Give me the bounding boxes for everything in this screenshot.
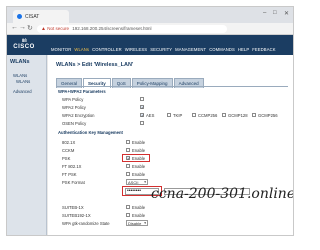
browser-tab-title: CISAT [25,14,40,20]
suiteb192-1x-enable-label: Enable [132,213,146,218]
screenshot-frame: CISAT – □ ✕ ← → ↻ ▲ Not secure 192.168.2… [6,6,294,236]
cisco-header: ılıılı CISCO MONITOR WLANs CONTROLLER WI… [7,35,293,55]
menu-controller[interactable]: CONTROLLER [92,47,122,52]
ft-dot1x-enable-label: Enable [132,164,146,169]
wpa-policy-checkbox[interactable] [140,97,144,101]
security-panel: WPA+WPA2 Parameters WPA Policy WPA2 Poli… [56,88,288,235]
reload-icon[interactable]: ↻ [27,24,33,32]
wpa2-policy-checkbox[interactable] [140,105,144,110]
menu-help[interactable]: HELP [238,47,249,52]
ft-dot1x-label: FT 802.1X [62,164,82,169]
ccmp256-label: CCMP256 [198,113,218,118]
sidebar: WLANs WLANs WLANs Advanced [7,55,47,235]
osen-policy-checkbox[interactable] [140,121,144,125]
ft-psk-enable-label: Enable [132,172,146,177]
gcmp256-checkbox[interactable] [252,113,256,117]
psk-format-value: ASCII [128,180,139,185]
sidebar-item-wlans[interactable]: WLANs [13,73,27,78]
suiteb-1x-enable-label: Enable [132,205,146,210]
sidebar-item-advanced[interactable]: Advanced [13,89,32,94]
menu-monitor[interactable]: MONITOR [51,47,71,52]
url-text: 192.168.200.254/screens/frameset.html [72,26,152,31]
gtk-randomize-select[interactable]: Disable ▾ [126,220,148,226]
tkip-checkbox[interactable] [167,113,171,117]
dot1x-enable-label: Enable [132,140,146,145]
url-field[interactable]: ▲ Not secure 192.168.200.254/screens/fra… [37,25,227,33]
gtk-randomize-value: Disable [128,221,142,226]
cisco-logo-text: CISCO [13,44,35,50]
forward-icon[interactable]: → [19,24,26,31]
gcmp128-checkbox[interactable] [222,113,226,117]
menu-commands[interactable]: COMMANDS [209,47,235,52]
dot1x-checkbox[interactable] [126,140,130,144]
minimize-icon[interactable]: – [263,10,266,16]
sidebar-title: WLANs [10,59,30,65]
ft-psk-checkbox[interactable] [126,172,130,176]
ft-psk-label: FT PSK [62,172,77,177]
browser-tab[interactable]: CISAT [13,10,69,23]
wpa-section-title: WPA+WPA2 Parameters [58,89,106,94]
tkip-label: TKIP [173,113,183,118]
favicon-icon [17,14,22,19]
ccmp256-checkbox[interactable] [192,113,196,117]
page-title: WLANs > Edit 'Wireless_LAN' [56,62,134,68]
psk-key-value: •••••••• [127,188,142,194]
psk-format-label: PSK Format [62,180,85,185]
close-icon[interactable]: ✕ [284,10,289,17]
psk-format-select[interactable]: ASCII ▾ [126,179,148,185]
suiteb-1x-checkbox[interactable] [126,205,130,209]
aes-label: AES [146,113,155,118]
cckm-checkbox[interactable] [126,148,130,152]
psk-label: PSK [62,156,71,161]
browser-tab-bar: CISAT – □ ✕ [7,7,293,23]
address-bar: ← → ↻ ▲ Not secure 192.168.200.254/scree… [7,23,293,35]
menu-management[interactable]: MANAGEMENT [175,47,206,52]
chevron-down-icon: ▾ [144,221,146,225]
wpa-policy-label: WPA Policy [62,97,84,102]
osen-policy-label: OSEN Policy [62,121,87,126]
not-secure-label: Not secure [47,26,69,31]
sidebar-item-wlans-sub[interactable]: WLANs [16,79,30,84]
aes-checkbox[interactable] [140,113,144,118]
menu-security[interactable]: SECURITY [150,47,172,52]
wpa2-policy-label: WPA2 Policy [62,105,86,110]
wpa2-encryption-label: WPA2 Encryption [62,113,95,118]
gcmp256-label: GCMP256 [258,113,278,118]
dot1x-label: 802.1X [62,140,76,145]
suiteb-1x-label: SUITEB-1X [62,205,84,210]
cckm-label: CCKM [62,148,75,153]
warning-icon: ▲ [41,26,46,32]
suiteb192-1x-checkbox[interactable] [126,213,130,217]
suiteb192-1x-label: SUITEB192-1X [62,213,91,218]
gtk-randomize-label: WPA gtk-randomize State [62,221,110,226]
back-icon[interactable]: ← [11,24,18,31]
main-content: WLANs > Edit 'Wireless_LAN' General Secu… [48,55,293,235]
menu-feedback[interactable]: FEEDBACK [252,47,275,52]
psk-checkbox[interactable] [126,156,130,161]
maximize-icon[interactable]: □ [273,10,277,16]
menu-wlans[interactable]: WLANs [74,47,89,52]
menu-wireless[interactable]: WIRELESS [125,47,147,52]
cckm-enable-label: Enable [132,148,146,153]
auth-section-title: Authentication Key Management [58,130,123,135]
watermark-text: ccna-200-301.online [151,186,294,202]
gcmp128-label: GCMP128 [228,113,248,118]
tab-divider [56,86,288,87]
cisco-logo: ılıılı CISCO [13,38,35,51]
chevron-down-icon: ▾ [144,180,146,184]
main-menu: MONITOR WLANs CONTROLLER WIRELESS SECURI… [51,47,276,52]
psk-enable-label: Enable [132,156,146,161]
ft-dot1x-checkbox[interactable] [126,164,130,168]
